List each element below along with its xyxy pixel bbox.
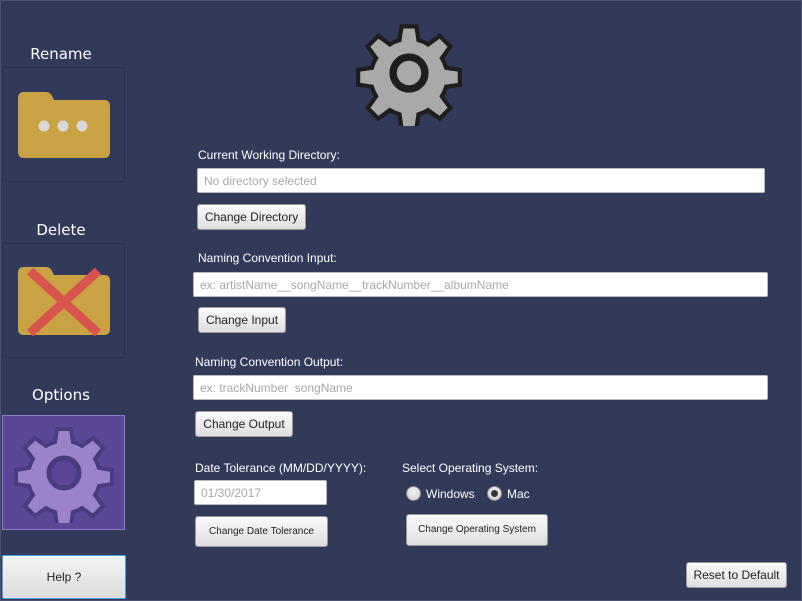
- folder-x-icon: [17, 266, 110, 336]
- naming-output-label: Naming Convention Output:: [195, 355, 344, 369]
- naming-input-label: Naming Convention Input:: [198, 251, 337, 265]
- change-input-button[interactable]: Change Input: [198, 307, 286, 333]
- change-directory-button[interactable]: Change Directory: [197, 204, 306, 230]
- os-label: Select Operating System:: [402, 461, 539, 475]
- windows-radio[interactable]: Windows: [406, 486, 475, 501]
- date-tolerance-field[interactable]: [194, 480, 327, 505]
- rename-label: Rename: [30, 45, 92, 63]
- folder-dots-icon: [17, 91, 110, 158]
- radio-checked-icon: [487, 486, 502, 501]
- working-directory-label: Current Working Directory:: [198, 148, 340, 162]
- change-date-tolerance-button[interactable]: Change Date Tolerance: [195, 516, 328, 547]
- gear-icon: [13, 426, 114, 523]
- mac-radio-label: Mac: [507, 486, 530, 501]
- rename-tile[interactable]: [2, 67, 125, 182]
- reset-default-button[interactable]: Reset to Default: [686, 562, 787, 588]
- naming-input-field[interactable]: [193, 272, 768, 297]
- options-label: Options: [32, 386, 90, 404]
- gear-icon: [356, 24, 462, 126]
- date-tolerance-label: Date Tolerance (MM/DD/YYYY):: [195, 461, 367, 475]
- mac-radio[interactable]: Mac: [487, 486, 530, 501]
- delete-tile[interactable]: [2, 243, 125, 358]
- radio-unchecked-icon: [406, 486, 421, 501]
- working-directory-field: [197, 168, 765, 193]
- naming-output-field[interactable]: [193, 375, 768, 400]
- change-output-button[interactable]: Change Output: [195, 411, 293, 437]
- help-button[interactable]: Help ?: [2, 555, 126, 599]
- change-os-button[interactable]: Change Operating System: [406, 514, 548, 546]
- delete-label: Delete: [36, 221, 86, 239]
- windows-radio-label: Windows: [426, 486, 475, 501]
- options-tile[interactable]: [2, 415, 125, 530]
